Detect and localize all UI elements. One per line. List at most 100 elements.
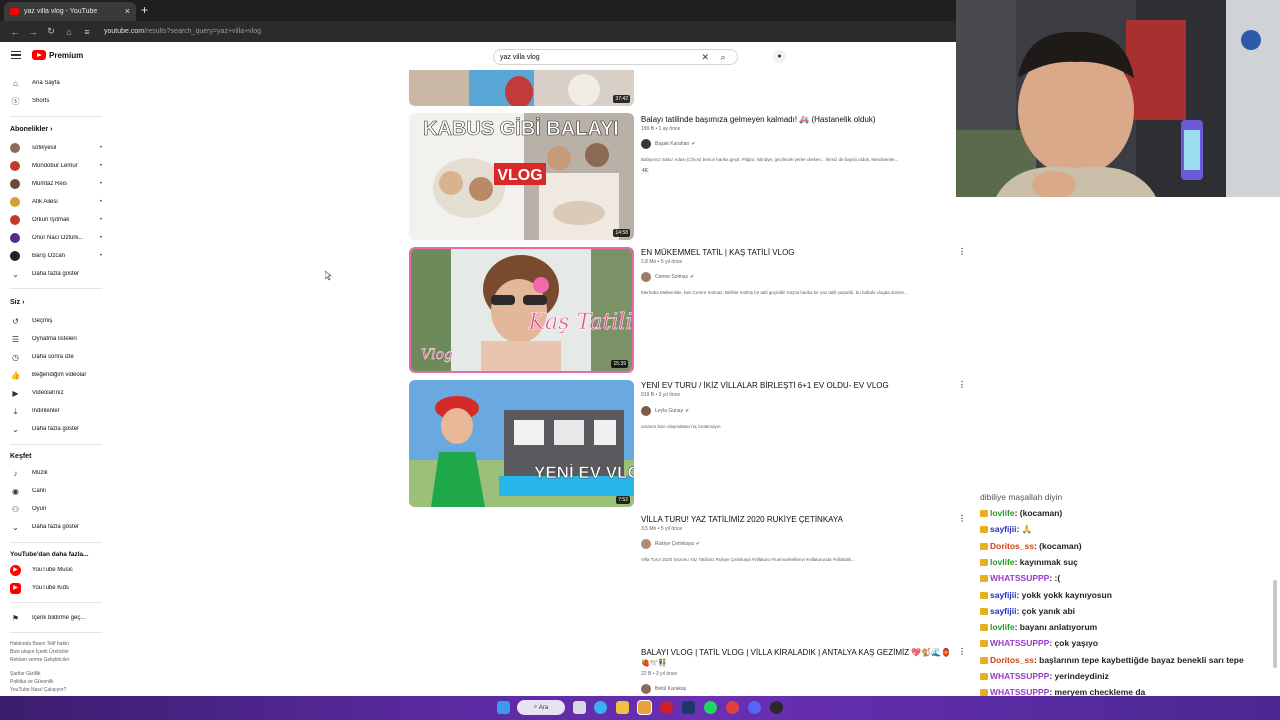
new-content-dot-icon: • — [99, 217, 102, 223]
discord-icon[interactable] — [748, 701, 761, 714]
video-thumbnail[interactable]: YENİ EV VLOG 7:52 — [409, 380, 634, 507]
new-content-dot-icon: • — [99, 163, 102, 169]
file-explorer-icon[interactable] — [616, 701, 629, 714]
home-icon[interactable]: ⌂ — [60, 27, 78, 37]
subscription-item[interactable]: Orkun Işıtmak • — [10, 213, 102, 227]
task-view-icon[interactable] — [573, 701, 586, 714]
subscription-item[interactable]: sofikyesil • — [10, 141, 102, 155]
sidebar-item-home[interactable]: ⌂ Ana Sayfa — [10, 76, 102, 90]
url-field[interactable]: youtube.com/results?search_query=yaz+vil… — [104, 28, 261, 35]
windows-start-icon[interactable] — [497, 701, 510, 714]
video-title[interactable]: Balayı tatilinde başımıza gelmeyen kalma… — [641, 115, 876, 124]
video-title[interactable]: YENİ EV TURU / İKİZ VİLLALAR BİRLEŞTİ 6+… — [641, 381, 889, 390]
video-thumbnail[interactable]: KABUS GİBİ BALAYI VLOG 14:58 — [409, 113, 634, 240]
channel-link[interactable]: Leyla Gunay ✔ — [641, 406, 689, 416]
back-icon[interactable]: ← — [6, 27, 24, 37]
subscriber-badge-icon — [980, 591, 988, 599]
sidebar-item-your-videos[interactable]: ▶ Videolarınız — [10, 386, 102, 400]
subscriber-badge-icon — [980, 575, 988, 583]
sidebar-item-downloads[interactable]: ⤓ İndirilenler — [10, 404, 102, 418]
explore-show-more[interactable]: ⌄ Daha fazla göster — [10, 520, 102, 534]
thumbnail-badge-text: Vlog — [421, 347, 453, 363]
new-content-dot-icon: • — [99, 145, 102, 151]
video-thumbnail[interactable]: Kaş Tatilim Vlog 15:39 — [409, 247, 634, 373]
you-show-more[interactable]: ⌄ Daha fazla göster — [10, 422, 102, 436]
reload-icon[interactable]: ↻ — [42, 26, 60, 37]
subscription-item[interactable]: Mondobur Lemur • — [10, 159, 102, 173]
site-info-icon[interactable]: ≡ — [78, 27, 96, 37]
edge-icon[interactable] — [594, 701, 607, 714]
spotify-icon[interactable] — [704, 701, 717, 714]
chat-text: : çok yanık abi — [1016, 605, 1076, 616]
taskbar-search[interactable]: ⌕ Ara — [517, 700, 565, 715]
subscription-item[interactable]: Atik Ailesi • — [10, 195, 102, 209]
youtube-logo-icon — [32, 50, 46, 60]
tab-close-icon[interactable]: × — [125, 7, 130, 16]
search-box[interactable]: yaz villa vlog ✕ ⌕ — [493, 49, 738, 65]
sidebar-item-shorts[interactable]: ⓢ Shorts — [10, 94, 102, 108]
sidebar-item-gaming[interactable]: ⚇ Oyun — [10, 502, 102, 516]
footer-links[interactable]: Hakkında Basın Telif hakkı Bize ulaşın İ… — [10, 640, 102, 664]
active-app-icon[interactable] — [637, 700, 652, 715]
opera-icon[interactable] — [660, 701, 673, 714]
thumbnail-badge-text: VLOG — [497, 167, 542, 184]
channel-link[interactable]: Rukiye Çetinkaya ✔ — [641, 539, 700, 549]
subscriptions-header[interactable]: Abonelikler › — [10, 126, 52, 133]
subscription-item[interactable]: Onur Naci Öztürk... • — [10, 231, 102, 245]
voice-search-icon[interactable]: ● — [773, 50, 786, 63]
channel-link[interactable]: Başak Karahan ✔ — [641, 139, 695, 149]
new-tab-button[interactable]: + — [141, 3, 148, 17]
chat-username: WHATSSUPPP — [990, 638, 1050, 649]
more-from-youtube-header: YouTube'dan daha fazla... — [10, 551, 89, 558]
steam-icon[interactable] — [682, 701, 695, 714]
sidebar-item-live[interactable]: ◉ Canlı — [10, 484, 102, 498]
subscriber-badge-icon — [980, 558, 988, 566]
subscriber-badge-icon — [980, 656, 988, 664]
quality-badge: 4K — [641, 168, 650, 174]
channel-link[interactable]: Betül Karakaş — [641, 684, 686, 694]
sidebar-item-report[interactable]: ⚑ İçerik bildirme geç... — [10, 611, 102, 625]
youtube-premium-logo[interactable]: Premium — [32, 50, 83, 60]
video-title[interactable]: BALAYI VLOG | TATİL VLOG | VİLLA KİRALAD… — [641, 648, 951, 657]
sidebar-item-youtube-music[interactable]: ▶ YouTube Music — [10, 563, 102, 577]
more-options-icon[interactable]: ⋮ — [958, 647, 966, 656]
you-header[interactable]: Siz › — [10, 299, 24, 306]
video-icon: ▶ — [12, 388, 19, 398]
subscription-item[interactable]: Mümtaz Reis • — [10, 177, 102, 191]
menu-icon[interactable] — [11, 51, 21, 59]
chat-text: : başlarının tepe kaybettiğde bayaz bene… — [1033, 654, 1244, 665]
video-thumbnail[interactable]: 37:42 — [409, 70, 634, 106]
search-icon[interactable]: ⌕ — [715, 52, 731, 63]
sidebar-item-watch-later[interactable]: ◷ Daha sonra izle — [10, 350, 102, 364]
thumbnail-image: Kaş Tatilim Vlog — [411, 249, 632, 371]
sidebar-item-music[interactable]: ♪ Müzik — [10, 466, 102, 480]
video-description: umarım bize ulaşmaktan hiç bırakmayın — [641, 424, 721, 429]
subscriptions-show-more[interactable]: ⌄ Daha fazla göster — [10, 267, 102, 281]
sidebar-item-history[interactable]: ↺ Geçmiş — [10, 314, 102, 328]
forward-icon[interactable]: → — [24, 27, 42, 37]
browser-tab-youtube[interactable]: yaz villa vlog - YouTube × — [4, 2, 136, 21]
verified-icon: ✔ — [691, 141, 696, 147]
sidebar-item-liked[interactable]: 👍 Beğendiğim videolar — [10, 368, 102, 382]
video-title[interactable]: EN MÜKEMMEL TATİL | KAŞ TATİLİ VLOG — [641, 248, 795, 257]
more-options-icon[interactable]: ⋮ — [958, 247, 966, 256]
clear-search-icon[interactable]: ✕ — [701, 52, 709, 63]
playlist-icon: ☰ — [11, 334, 20, 344]
channel-avatar — [10, 161, 20, 171]
sidebar-item-youtube-kids[interactable]: ▶ YouTube Kids — [10, 581, 102, 595]
sidebar-item-playlists[interactable]: ☰ Oynatma listeleri — [10, 332, 102, 346]
youtube-music-icon: ▶ — [10, 564, 21, 576]
avatar — [641, 539, 651, 549]
footer-policy-links[interactable]: Şartlar Gizlilik Politika ve Güvenlik Yo… — [10, 670, 102, 694]
channel-link[interactable]: Cemre Solmaz ✔ — [641, 272, 694, 282]
subscription-item[interactable]: Barış Özcan • — [10, 249, 102, 263]
search-input[interactable]: yaz villa vlog — [500, 54, 701, 61]
video-title[interactable]: VİLLA TURU! YAZ TATİLİMİZ 2020 RUKİYE ÇE… — [641, 515, 843, 524]
more-options-icon[interactable]: ⋮ — [958, 380, 966, 389]
obs-icon[interactable] — [770, 701, 783, 714]
youtube-favicon-icon — [10, 8, 19, 15]
chrome-icon[interactable] — [726, 701, 739, 714]
more-options-icon[interactable]: ⋮ — [958, 514, 966, 523]
chat-scrollbar[interactable] — [1273, 580, 1277, 668]
chat-message: Doritos_ss: başlarının tepe kaybettiğde … — [980, 655, 1244, 665]
